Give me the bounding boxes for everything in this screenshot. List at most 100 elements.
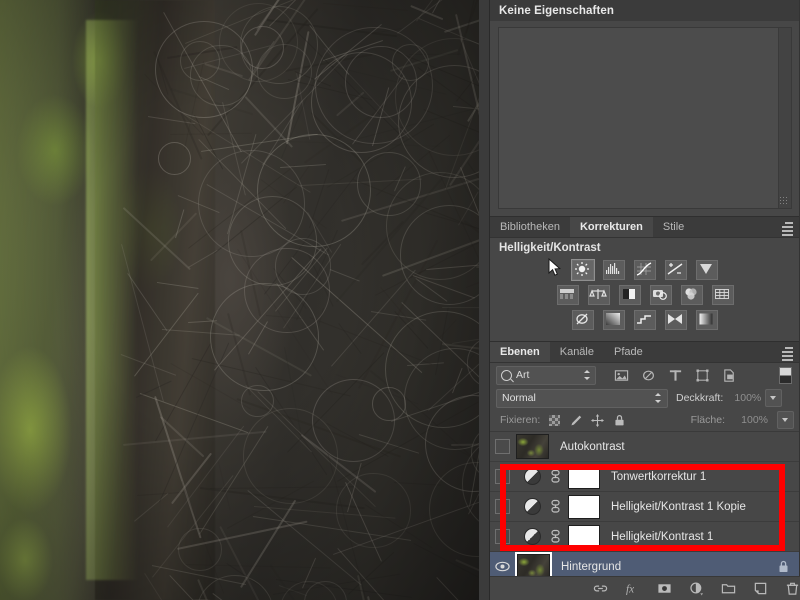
layer-name[interactable]: Autokontrast <box>560 441 625 453</box>
layer-visibility-toggle[interactable] <box>490 529 514 544</box>
table-row[interactable]: Helligkeit/Kontrast 1 <box>490 522 800 552</box>
eye-icon-off <box>494 469 510 484</box>
adjustment-layer-thumbnail[interactable] <box>524 528 541 545</box>
fill-value[interactable]: 100% <box>734 414 768 426</box>
mask-link-icon[interactable] <box>550 529 561 544</box>
tab-korrekturen[interactable]: Korrekturen <box>569 217 653 237</box>
adjustment-row-2 <box>490 285 800 305</box>
filter-pixel-icon[interactable] <box>614 368 629 383</box>
lock-fill-row: Fixieren: Fläche: 100% <box>490 409 800 432</box>
gradient-map-icon[interactable] <box>696 310 718 330</box>
filter-type-icon[interactable] <box>668 368 683 383</box>
lock-image-icon[interactable] <box>569 414 582 427</box>
layers-filter-row: Art <box>490 363 800 387</box>
canvas-gutter <box>479 0 490 600</box>
tab-bibliotheken[interactable]: Bibliotheken <box>490 217 570 237</box>
properties-panel-body[interactable] <box>498 27 792 209</box>
channel-mixer-icon[interactable] <box>680 285 703 305</box>
new-adjustment-layer-icon[interactable] <box>689 581 704 596</box>
eye-icon-off <box>494 529 510 544</box>
filter-adjustment-icon[interactable] <box>641 368 656 383</box>
layer-visibility-toggle[interactable] <box>490 499 514 514</box>
tab-pfade[interactable]: Pfade <box>604 342 653 362</box>
svg-text:fx: fx <box>626 584 634 596</box>
filter-enable-toggle[interactable] <box>779 366 792 384</box>
layer-mask-thumbnail[interactable] <box>568 524 600 549</box>
layer-mask-thumbnail[interactable] <box>568 494 600 519</box>
eye-icon-off <box>494 439 510 454</box>
layer-filter-value: Art <box>516 369 530 381</box>
layer-name[interactable]: Tonwertkorrektur 1 <box>611 471 706 483</box>
stepper-icon[interactable] <box>584 369 591 381</box>
add-layer-mask-icon[interactable] <box>657 581 672 596</box>
opacity-label: Deckkraft: <box>676 392 724 404</box>
properties-panel-header: Keine Eigenschaften <box>490 0 800 21</box>
levels-icon[interactable] <box>603 260 625 280</box>
filter-shape-icon[interactable] <box>695 368 710 383</box>
opacity-chevron-down-icon[interactable] <box>765 389 783 407</box>
adjustments-tabbar: Bibliotheken Korrekturen Stile <box>490 216 800 238</box>
layers-bottom-toolbar: fx <box>490 576 800 600</box>
layer-name[interactable]: Helligkeit/Kontrast 1 <box>611 531 713 543</box>
right-dock: Keine Eigenschaften Bibliotheken Korrekt… <box>490 0 800 600</box>
blend-opacity-row: Normal Deckkraft: 100% <box>490 387 800 409</box>
layer-filter-select[interactable]: Art <box>496 365 596 385</box>
link-layers-icon[interactable] <box>593 581 608 596</box>
eye-icon <box>494 561 510 572</box>
layer-mask-thumbnail[interactable] <box>568 464 600 489</box>
lock-all-icon[interactable] <box>613 414 626 427</box>
mask-link-icon[interactable] <box>550 469 561 484</box>
layer-visibility-toggle[interactable] <box>490 439 514 454</box>
layer-name[interactable]: Helligkeit/Kontrast 1 Kopie <box>611 501 746 513</box>
curves-icon[interactable] <box>634 260 656 280</box>
invert-icon[interactable] <box>572 310 594 330</box>
photo-filter-icon[interactable] <box>649 285 672 305</box>
table-row[interactable]: Autokontrast <box>490 432 800 462</box>
adjustments-panel-menu-icon[interactable] <box>779 220 795 236</box>
delete-layer-icon[interactable] <box>785 581 800 596</box>
blend-mode-value: Normal <box>502 392 536 404</box>
layers-panel-menu-icon[interactable] <box>779 345 795 361</box>
layer-visibility-toggle[interactable] <box>490 561 514 572</box>
brightness-contrast-icon[interactable] <box>571 259 595 281</box>
hue-saturation-icon[interactable] <box>556 285 579 305</box>
lock-transparency-icon[interactable] <box>549 414 561 426</box>
stepper-icon[interactable] <box>655 392 662 404</box>
canvas-area[interactable] <box>0 0 479 600</box>
filter-smartobject-icon[interactable] <box>722 368 737 383</box>
mask-link-icon[interactable] <box>550 499 561 514</box>
layer-thumbnail[interactable] <box>516 434 549 459</box>
properties-scrollbar[interactable] <box>778 28 791 208</box>
table-row[interactable]: Tonwertkorrektur 1 <box>490 462 800 492</box>
resize-grip-icon[interactable] <box>779 196 789 206</box>
tab-stile[interactable]: Stile <box>652 217 695 237</box>
fill-label: Fläche: <box>690 414 725 426</box>
layer-visibility-toggle[interactable] <box>490 469 514 484</box>
blend-mode-select[interactable]: Normal <box>496 388 668 408</box>
posterize-icon[interactable] <box>603 310 625 330</box>
layer-style-fx-icon[interactable]: fx <box>625 581 640 596</box>
lock-position-icon[interactable] <box>591 413 605 427</box>
adjustment-row-1 <box>490 259 800 281</box>
document-image[interactable] <box>0 0 479 600</box>
opacity-value[interactable]: 100% <box>727 392 761 404</box>
vibrance-icon[interactable] <box>696 260 718 280</box>
exposure-icon[interactable] <box>665 260 687 280</box>
tab-ebenen[interactable]: Ebenen <box>490 342 550 362</box>
lock-label: Fixieren: <box>500 414 541 426</box>
threshold-icon[interactable] <box>634 310 656 330</box>
new-layer-icon[interactable] <box>753 581 768 596</box>
tab-kanaele[interactable]: Kanäle <box>549 342 604 362</box>
fill-chevron-down-icon[interactable] <box>777 411 794 429</box>
selective-color-icon[interactable] <box>665 310 687 330</box>
layer-name[interactable]: Hintergrund <box>561 561 621 573</box>
properties-title: Keine Eigenschaften <box>499 4 615 17</box>
color-lookup-icon[interactable] <box>711 285 734 305</box>
color-balance-icon[interactable] <box>587 285 610 305</box>
adjustment-layer-thumbnail[interactable] <box>524 468 541 485</box>
new-group-icon[interactable] <box>721 581 736 596</box>
table-row[interactable]: Helligkeit/Kontrast 1 Kopie <box>490 492 800 522</box>
black-white-icon[interactable] <box>618 285 641 305</box>
adjustment-layer-thumbnail[interactable] <box>524 498 541 515</box>
eye-icon-off <box>494 499 510 514</box>
